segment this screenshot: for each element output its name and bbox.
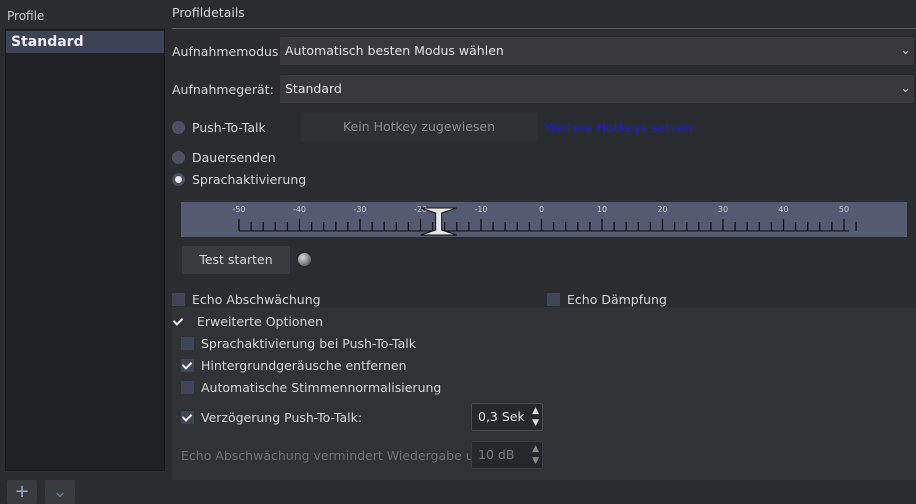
remove-profile-button[interactable]: ⌄ xyxy=(45,480,75,504)
meter-tick-label: 50 xyxy=(839,205,849,214)
chevron-down-icon: ⌄ xyxy=(52,481,68,502)
auto-normalize-checkbox[interactable] xyxy=(181,381,194,394)
advanced-options-checkbox[interactable] xyxy=(172,315,185,328)
chevron-up-icon[interactable]: ▲ xyxy=(532,444,539,454)
meter-tick-label: -10 xyxy=(474,205,487,214)
plus-icon: + xyxy=(14,481,30,502)
va-during-ptt-label: Sprachaktivierung bei Push-To-Talk xyxy=(201,336,416,351)
chevron-down-icon: ⌄ xyxy=(900,81,911,96)
capture-mode-select[interactable]: Automatisch besten Modus wählen ⌄ xyxy=(279,36,915,66)
capture-mode-value: Automatisch besten Modus wählen xyxy=(285,43,504,58)
profile-list[interactable] xyxy=(5,29,165,471)
advanced-options-label: Erweiterte Optionen xyxy=(197,314,324,329)
continuous-transmit-label: Dauersenden xyxy=(192,150,276,165)
capture-mode-label: Aufnahmemodus: xyxy=(172,44,283,59)
ptt-delay-checkbox[interactable] xyxy=(181,411,194,424)
echo-reduction-label: Echo Abschwächung xyxy=(192,292,321,307)
profiles-header: Profile xyxy=(7,9,45,23)
chevron-up-icon[interactable]: ▲ xyxy=(532,406,539,416)
capture-device-select[interactable]: Standard ⌄ xyxy=(279,74,915,104)
remove-noise-checkbox[interactable] xyxy=(181,359,194,372)
meter-scale: -50 -40 -30 -20 -10 0 10 20 30 40 50 xyxy=(232,205,857,236)
capture-device-label: Aufnahmegerät: xyxy=(172,82,274,97)
test-start-button[interactable]: Test starten xyxy=(181,245,291,275)
more-hotkeys-link[interactable]: Weitere Hotkeys setzen xyxy=(545,120,693,135)
meter-tick-label: -40 xyxy=(293,205,306,214)
echo-playback-label: Echo Abschwächung vermindert Wiedergabe … xyxy=(181,448,491,463)
voice-activation-label: Sprachaktivierung xyxy=(192,172,307,187)
meter-tick-label: 10 xyxy=(597,205,607,214)
push-to-talk-radio[interactable] xyxy=(172,121,185,134)
meter-tick-label: 0 xyxy=(539,205,544,214)
auto-normalize-label: Automatische Stimmennormalisierung xyxy=(201,380,442,395)
meter-tick-label: -50 xyxy=(232,205,245,214)
meter-tick-label: 40 xyxy=(778,205,788,214)
echo-cancel-checkbox[interactable] xyxy=(547,293,560,306)
assign-hotkey-button[interactable]: Kein Hotkey zugewiesen xyxy=(300,112,538,142)
ptt-delay-label: Verzögerung Push-To-Talk: xyxy=(201,410,363,425)
echo-playback-value: 10 dB xyxy=(478,447,515,462)
meter-tick-label: 30 xyxy=(718,205,728,214)
status-indicator-icon xyxy=(298,253,311,266)
add-profile-button[interactable]: + xyxy=(7,480,37,504)
push-to-talk-label: Push-To-Talk xyxy=(192,120,266,135)
remove-noise-label: Hintergrundgeräusche entfernen xyxy=(201,358,407,373)
capture-device-value: Standard xyxy=(285,81,342,96)
continuous-transmit-radio[interactable] xyxy=(172,151,185,164)
details-title: Profildetails xyxy=(172,5,245,20)
chevron-down-icon[interactable]: ▼ xyxy=(532,418,539,428)
ptt-delay-value: 0,3 Sek xyxy=(478,409,525,424)
va-during-ptt-checkbox[interactable] xyxy=(181,337,194,350)
voice-level-meter[interactable]: -50 -40 -30 -20 -10 0 10 20 30 40 50 xyxy=(181,202,907,237)
chevron-down-icon[interactable]: ▼ xyxy=(532,456,539,466)
meter-tick-label: 20 xyxy=(657,205,667,214)
echo-playback-spinbox[interactable]: 10 dB ▲ ▼ xyxy=(471,441,543,469)
echo-cancel-label: Echo Dämpfung xyxy=(567,292,667,307)
title-divider xyxy=(172,28,916,29)
voice-activation-radio[interactable] xyxy=(172,173,185,186)
meter-tick-label: -30 xyxy=(353,205,366,214)
profile-item-standard[interactable]: Standard xyxy=(6,31,164,53)
echo-reduction-checkbox[interactable] xyxy=(172,293,185,306)
chevron-down-icon: ⌄ xyxy=(900,43,911,58)
ptt-delay-spinbox[interactable]: 0,3 Sek ▲ ▼ xyxy=(471,403,543,431)
